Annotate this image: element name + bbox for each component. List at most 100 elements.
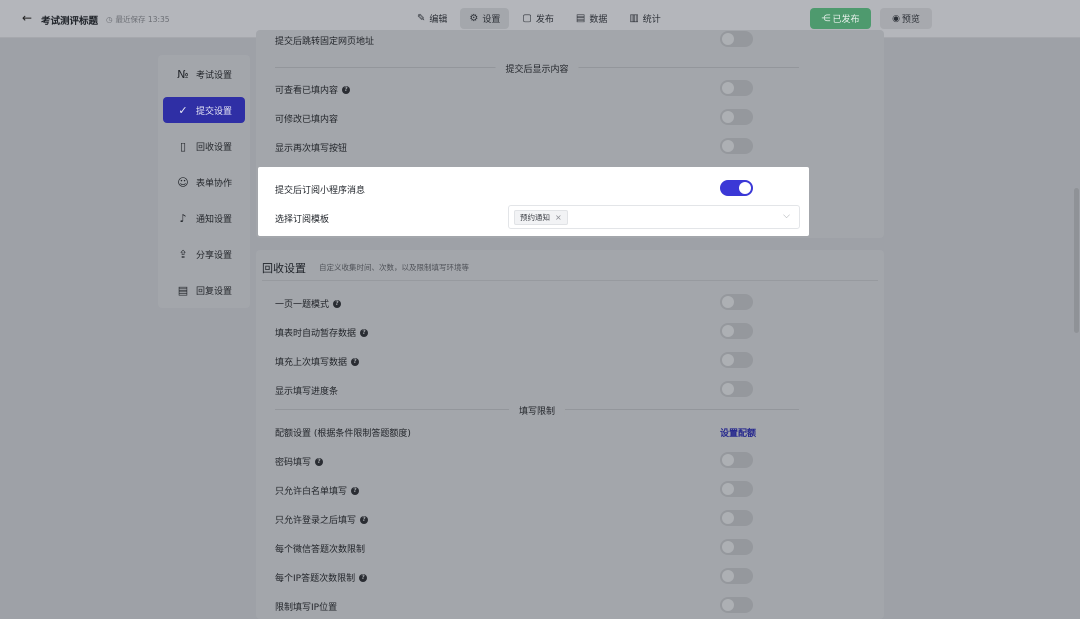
tab-data-label: 数据 — [589, 15, 608, 25]
tab-settings-label: 设置 — [482, 15, 501, 25]
back-arrow-icon[interactable]: ← — [22, 11, 32, 25]
collect-section-title: 回收设置 — [262, 262, 306, 275]
setting-label: 密码填写 — [275, 458, 312, 468]
close-icon[interactable]: × — [555, 213, 562, 222]
chevron-down-icon: ⌵ — [783, 211, 790, 221]
sidebar-item-label: 回收设置 — [196, 142, 233, 153]
setting-auto-save: 填表时自动暂存数据 ? — [275, 326, 369, 339]
clock-icon: ◷ — [106, 15, 113, 24]
sidebar-item-label: 通知设置 — [196, 214, 233, 225]
help-icon[interactable]: ? — [315, 457, 324, 466]
help-icon[interactable]: ? — [359, 573, 368, 582]
setting-label: 限制填写IP位置 — [275, 603, 338, 613]
sidebar-item-label: 提交设置 — [196, 106, 233, 117]
help-icon[interactable]: ? — [333, 299, 342, 308]
edit-filled-toggle[interactable] — [720, 109, 753, 125]
help-icon[interactable]: ? — [351, 486, 360, 495]
after-submit-divider-label: 提交后显示内容 — [495, 62, 579, 75]
set-quota-link[interactable]: 设置配额 — [720, 426, 756, 439]
sidebar-item-exam[interactable]: № 考试设置 — [163, 61, 245, 87]
template-tag: 预约通知 × — [514, 210, 568, 225]
help-icon[interactable]: ? — [342, 85, 351, 94]
whitelist-toggle[interactable] — [720, 481, 753, 497]
setting-login-only: 只允许登录之后填写 ? — [275, 513, 369, 526]
setting-ip-limit: 每个IP答题次数限制 ? — [275, 571, 368, 584]
setting-ip-location: 限制填写IP位置 — [275, 600, 337, 613]
sidebar-item-collaborate[interactable]: ☺ 表单协作 — [163, 169, 245, 195]
sidebar-item-reply[interactable]: ▤ 回复设置 — [163, 277, 245, 303]
main-nav: ✎ 编辑 ⚙ 设置 ▢ 发布 ▤ 数据 ▥ 统计 — [408, 8, 670, 29]
setting-fill-last: 填充上次填写数据 ? — [275, 355, 360, 368]
published-button-label: 已发布 — [832, 15, 860, 25]
setting-label: 显示填写进度条 — [275, 387, 339, 397]
scrollbar[interactable] — [1074, 188, 1079, 333]
ip-location-toggle[interactable] — [720, 597, 753, 613]
setting-label: 每个IP答题次数限制 — [275, 574, 356, 584]
setting-edit-filled: 可修改已填内容 — [275, 112, 338, 125]
setting-progress-bar: 显示填写进度条 — [275, 384, 338, 397]
preview-button-label: 预览 — [901, 15, 920, 25]
template-label: 选择订阅模板 — [275, 215, 330, 225]
help-icon[interactable]: ? — [360, 328, 369, 337]
login-only-toggle[interactable] — [720, 510, 753, 526]
eye-icon: ◉ — [892, 13, 900, 24]
bell-icon: ♪ — [179, 211, 187, 225]
fill-last-toggle[interactable] — [720, 352, 753, 368]
share-icon: ⋲ — [821, 13, 831, 24]
setting-show-refill: 显示再次填写按钮 — [275, 141, 347, 154]
password-toggle[interactable] — [720, 452, 753, 468]
auto-save-toggle[interactable] — [720, 323, 753, 339]
view-filled-toggle[interactable] — [720, 80, 753, 96]
subscribe-toggle[interactable] — [720, 180, 753, 196]
setting-quota: 配额设置 (根据条件限制答题额度) — [275, 426, 411, 439]
tab-statistics[interactable]: ▥ 统计 — [620, 8, 669, 29]
setting-label: 显示再次填写按钮 — [275, 144, 348, 154]
tab-edit-label: 编辑 — [429, 15, 448, 25]
sidebar-item-collect[interactable]: ▯ 回收设置 — [163, 133, 245, 159]
progress-bar-toggle[interactable] — [720, 381, 753, 397]
share-upload-icon: ⇪ — [178, 247, 188, 261]
setting-label: 可修改已填内容 — [275, 115, 339, 125]
setting-label: 配额设置 (根据条件限制答题额度) — [275, 429, 411, 439]
limit-divider-label: 填写限制 — [508, 404, 566, 417]
redirect-toggle[interactable] — [720, 31, 753, 47]
user-add-icon: ☺ — [177, 175, 189, 189]
setting-label: 填表时自动暂存数据 — [275, 329, 357, 339]
wechat-limit-toggle[interactable] — [720, 539, 753, 555]
show-refill-toggle[interactable] — [720, 138, 753, 154]
preview-button[interactable]: ◉ 预览 — [880, 8, 932, 29]
sidebar-item-label: 考试设置 — [196, 70, 233, 81]
sidebar-item-label: 表单协作 — [196, 178, 233, 189]
help-icon[interactable]: ? — [360, 515, 369, 524]
help-icon[interactable]: ? — [351, 357, 360, 366]
setting-label: 只允许登录之后填写 — [275, 516, 357, 526]
ip-limit-toggle[interactable] — [720, 568, 753, 584]
sidebar-item-submit[interactable]: ✓ 提交设置 — [163, 97, 245, 123]
sidebar-item-share[interactable]: ⇪ 分享设置 — [163, 241, 245, 267]
setting-label: 填充上次填写数据 — [275, 358, 348, 368]
page-title: 考试测评标题 — [41, 16, 99, 27]
save-status-text: 最近保存 13:35 — [115, 15, 170, 24]
template-tag-text: 预约通知 — [520, 213, 550, 222]
published-button[interactable]: ⋲ 已发布 — [810, 8, 871, 29]
sidebar-item-notify[interactable]: ♪ 通知设置 — [163, 205, 245, 231]
one-per-page-toggle[interactable] — [720, 294, 753, 310]
template-select[interactable]: 预约通知 × ⌵ — [508, 205, 800, 229]
setting-view-filled: 可查看已填内容 ? — [275, 83, 351, 96]
tab-settings[interactable]: ⚙ 设置 — [460, 8, 510, 29]
publish-icon: ▢ — [522, 13, 532, 24]
setting-wechat-limit: 每个微信答题次数限制 — [275, 542, 365, 555]
setting-redirect: 提交后跳转固定网页地址 — [275, 34, 374, 47]
tab-data[interactable]: ▤ 数据 — [567, 8, 616, 29]
subscribe-label: 提交后订阅小程序消息 — [275, 186, 366, 196]
setting-label: 可查看已填内容 — [275, 86, 339, 96]
tab-publish[interactable]: ▢ 发布 — [513, 8, 562, 29]
setting-label: 只允许白名单填写 — [275, 487, 348, 497]
statistics-icon: ▥ — [629, 13, 639, 24]
divider — [262, 280, 878, 281]
setting-password: 密码填写 ? — [275, 455, 324, 468]
reply-icon: ▤ — [177, 283, 189, 297]
tab-publish-label: 发布 — [535, 15, 554, 25]
setting-whitelist: 只允许白名单填写 ? — [275, 484, 360, 497]
tab-edit[interactable]: ✎ 编辑 — [408, 8, 456, 29]
